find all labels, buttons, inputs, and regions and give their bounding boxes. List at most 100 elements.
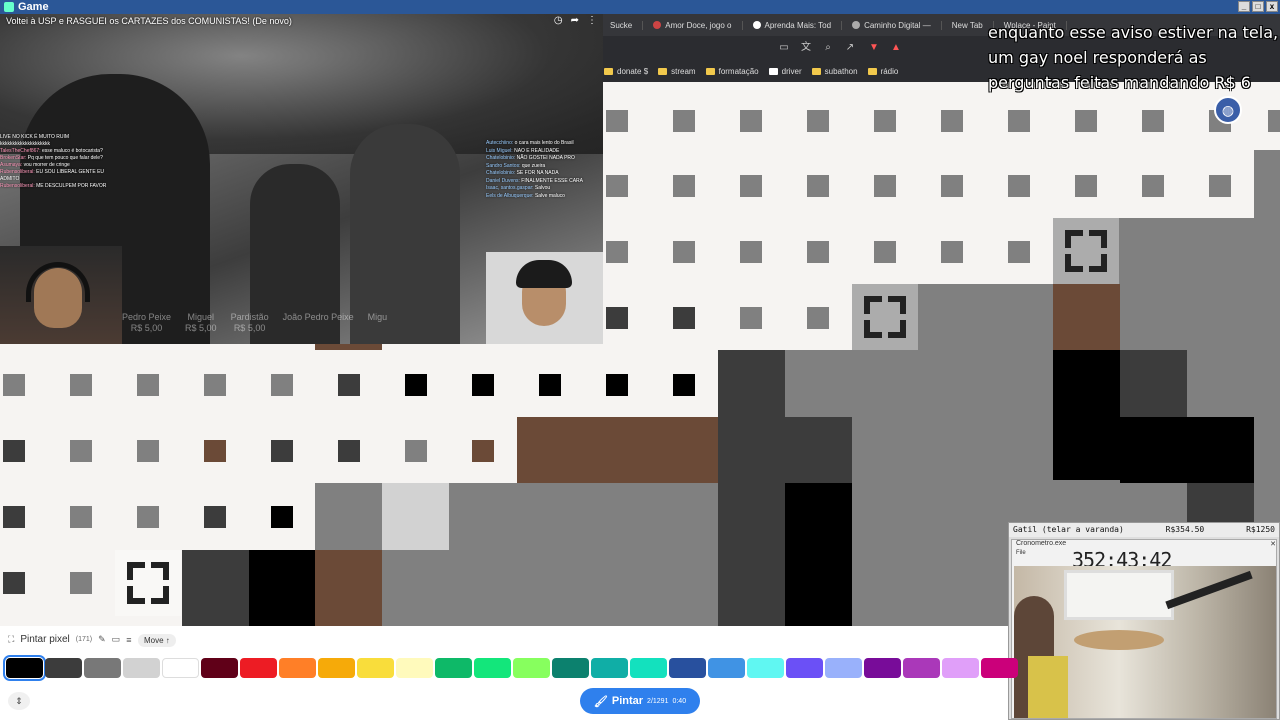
cam-window-bar: Gatil (telar a varanda) R$354.50 R$1250 (1009, 523, 1279, 537)
list-icon[interactable]: ≡ (126, 635, 131, 645)
donor-entry: Pardistão R$ 5,00 (230, 312, 269, 333)
color-swatch[interactable] (708, 658, 745, 678)
bookmark-label: subathon (824, 66, 858, 76)
color-swatch[interactable] (942, 658, 979, 678)
color-swatch[interactable] (864, 658, 901, 678)
cam-feed (1014, 566, 1276, 718)
color-swatch[interactable] (825, 658, 862, 678)
bookmark-item[interactable]: stream (658, 67, 696, 76)
cam-window-view (1064, 570, 1174, 620)
folder-icon (705, 67, 715, 75)
color-swatch[interactable] (435, 658, 472, 678)
canvas-pixel (606, 241, 628, 263)
chat-message: LIVE NO KICK É MUITO RUIM (0, 134, 70, 140)
canvas-pixel (606, 307, 628, 329)
more-icon[interactable]: ⋮ (587, 15, 597, 26)
canvas-pixel (673, 175, 695, 197)
canvas-pixel (338, 440, 360, 462)
pixel-selection-marker[interactable] (1053, 218, 1119, 284)
window-controls: _ □ x (1238, 1, 1278, 12)
canvas-pixel (1120, 350, 1187, 417)
minimize-button[interactable]: _ (1238, 1, 1250, 12)
move-button[interactable]: Move ↑ (138, 634, 176, 647)
color-swatch[interactable] (357, 658, 394, 678)
tab-label: New Tab (951, 20, 983, 30)
canvas-pixel (137, 506, 159, 528)
brave-shield-icon[interactable]: ▼ (868, 42, 880, 54)
translate-icon[interactable]: 文 (800, 42, 812, 54)
canvas-pixel (718, 417, 785, 483)
screenshot-icon[interactable]: ▭ (778, 42, 790, 54)
canvas-pixel (807, 307, 829, 329)
color-swatch[interactable] (162, 658, 199, 678)
bookmark-item[interactable]: rádio (867, 66, 899, 76)
browser-tab[interactable]: Amor Doce, jogo o (643, 20, 743, 30)
canvas-pixel (606, 374, 628, 396)
color-swatch[interactable] (786, 658, 823, 678)
bookmark-item[interactable]: donate $ (604, 67, 648, 76)
cam-window: Gatil (telar a varanda) R$354.50 R$1250 … (1008, 522, 1280, 720)
goal-current: R$354.50 (1165, 525, 1205, 534)
bookmark-item[interactable]: subathon (811, 66, 858, 76)
eraser-icon[interactable]: ▭ (112, 634, 121, 645)
color-swatch[interactable] (474, 658, 511, 678)
bookmark-item[interactable]: driver (768, 67, 802, 76)
canvas-pixel (70, 440, 92, 462)
color-swatch[interactable] (318, 658, 355, 678)
canvas-pixel (673, 110, 695, 132)
color-swatch[interactable] (903, 658, 940, 678)
canvas-pixel (673, 374, 695, 396)
close-button[interactable]: x (1266, 1, 1278, 12)
expand-icon[interactable]: ⛶ (8, 634, 14, 645)
color-swatch[interactable] (201, 658, 238, 678)
color-swatch[interactable] (396, 658, 433, 678)
browser-tab[interactable]: Caminho Digital — (842, 20, 942, 30)
color-swatch[interactable] (240, 658, 277, 678)
share-icon[interactable]: ↗ (844, 42, 856, 54)
clock-icon[interactable]: ◷ (554, 15, 563, 26)
canvas-pixel (740, 175, 762, 197)
share-icon[interactable]: ➦ (571, 15, 579, 26)
browser-tab[interactable]: New Tab (942, 20, 994, 30)
pixel-selection-marker[interactable] (852, 284, 918, 350)
color-swatch[interactable] (981, 658, 1018, 678)
pintar-button[interactable]: 🖌 Pintar 2/1291 0:40 (580, 688, 700, 714)
pencil-icon[interactable]: ✎ (98, 634, 106, 645)
canvas-pixel (249, 550, 315, 626)
color-swatch[interactable] (747, 658, 784, 678)
collapse-icon[interactable]: ⇕ (8, 692, 30, 710)
color-swatch[interactable] (669, 658, 706, 678)
browser-tab[interactable]: Aprenda Mais: Tod (743, 20, 843, 30)
color-swatch[interactable] (45, 658, 82, 678)
canvas-pixel (606, 110, 628, 132)
color-swatch[interactable] (279, 658, 316, 678)
bookmark-label: rádio (880, 66, 899, 76)
color-palette (3, 655, 1018, 681)
canvas-pixel (70, 572, 92, 594)
donor-entry: Miguel R$ 5,00 (185, 312, 217, 333)
rewards-icon[interactable]: ▲ (890, 42, 902, 54)
color-swatch[interactable] (591, 658, 628, 678)
chat-message: Sandro Santos: que zueira (486, 162, 546, 169)
screen: Game _ □ x Sucke Amor Doce, jogo o Apren… (0, 0, 1280, 720)
canvas-pixel (941, 241, 963, 263)
globe-icon[interactable]: ◍ (1214, 96, 1242, 124)
browser-tab[interactable]: Sucke (600, 20, 644, 30)
paint-panel-header: ⛶ Pintar pixel (171) ✎ ▭ ≡ (8, 634, 131, 645)
maximize-button[interactable]: □ (1252, 1, 1264, 12)
tab-favicon-icon (653, 21, 662, 29)
canvas-pixel (606, 175, 628, 197)
chat-message: Asumaya: vou morrer de cringe (0, 162, 70, 168)
cam-table (1074, 630, 1164, 650)
close-icon[interactable]: ✕ (1270, 540, 1276, 550)
canvas-pixel (874, 110, 896, 132)
color-swatch[interactable] (3, 655, 46, 681)
zoom-icon[interactable]: ⌕ (822, 42, 834, 54)
pixel-selection-marker[interactable] (115, 550, 181, 616)
color-swatch[interactable] (84, 658, 121, 678)
bookmark-item[interactable]: formatação (705, 67, 759, 76)
color-swatch[interactable] (123, 658, 160, 678)
color-swatch[interactable] (552, 658, 589, 678)
color-swatch[interactable] (630, 658, 667, 678)
color-swatch[interactable] (513, 658, 550, 678)
